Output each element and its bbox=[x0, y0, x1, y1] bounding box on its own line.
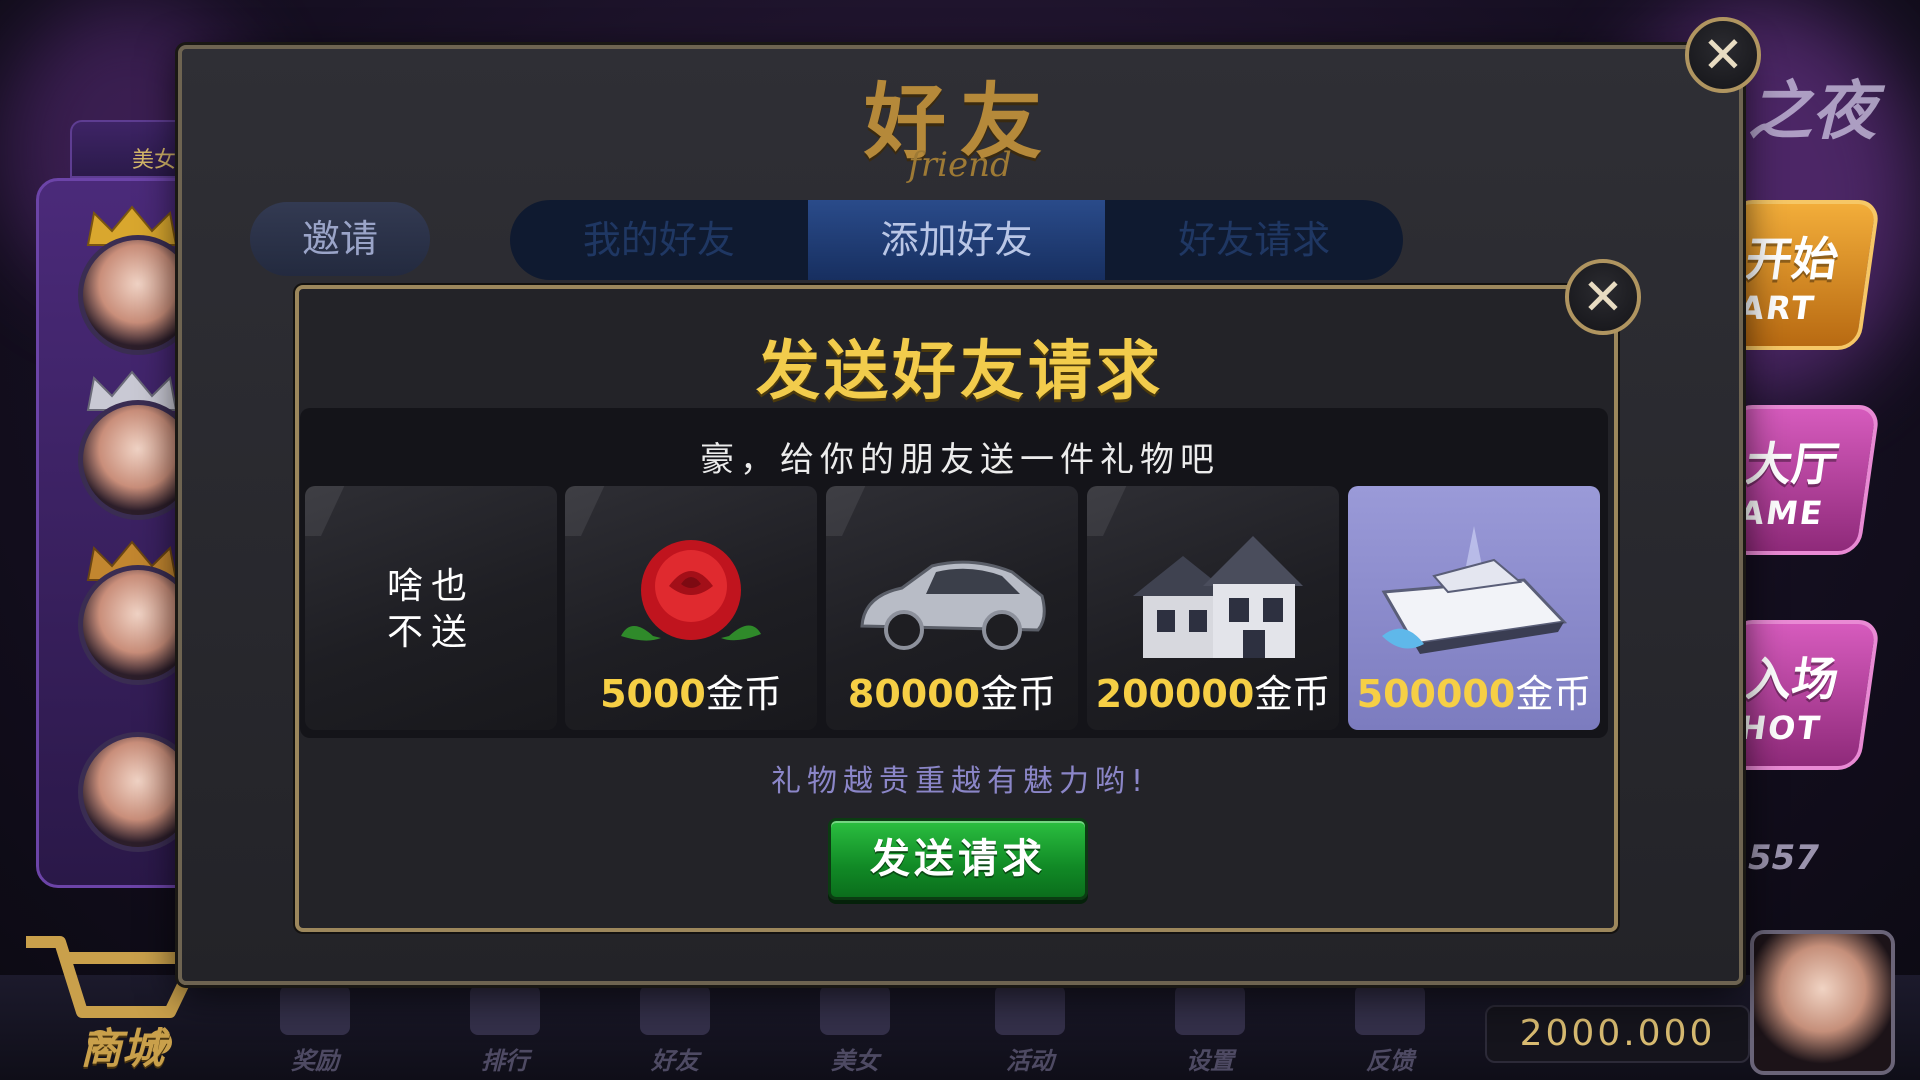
nav-activity[interactable]: 活动 bbox=[975, 985, 1085, 1075]
close-icon: ✕ bbox=[1582, 268, 1624, 326]
gift-option-none[interactable]: 啥也 不送 bbox=[305, 486, 557, 730]
gift-price: 5000金币 bbox=[565, 663, 817, 718]
tab-add-friend[interactable]: 添加好友 bbox=[807, 200, 1106, 280]
nav-label: 设置 bbox=[1186, 1047, 1234, 1075]
gift-none-label: 啥也 不送 bbox=[305, 564, 557, 656]
rose-icon bbox=[621, 540, 761, 641]
shop-label[interactable]: 商城 bbox=[80, 1015, 164, 1076]
hot-button-label: 入场 bbox=[1742, 652, 1843, 706]
invite-button[interactable]: 邀请 bbox=[250, 202, 430, 276]
sports-car-icon bbox=[860, 560, 1046, 650]
nav-friends[interactable]: 好友 bbox=[620, 985, 730, 1075]
gift-box-icon bbox=[280, 985, 350, 1035]
nav-feedback[interactable]: 反馈 bbox=[1335, 985, 1445, 1075]
send-request-button[interactable]: 发送请求 bbox=[828, 818, 1088, 900]
nav-label: 活动 bbox=[1006, 1047, 1054, 1075]
hall-button-sub: AME bbox=[1736, 494, 1827, 532]
nav-settings[interactable]: 设置 bbox=[1155, 985, 1265, 1075]
gift-unit: 金币 bbox=[1515, 672, 1592, 716]
gift-none-line1: 啥也 bbox=[386, 566, 475, 607]
friend-dialog-subtitle: friend bbox=[908, 145, 1012, 185]
card-shine bbox=[305, 486, 349, 536]
nav-label: 奖励 bbox=[291, 1047, 339, 1075]
person-icon bbox=[640, 985, 710, 1035]
gift-prompt: 豪，给你的朋友送一件礼物吧 bbox=[700, 440, 1220, 480]
tab-friend-requests[interactable]: 好友请求 bbox=[1105, 200, 1403, 280]
gift-option-yacht[interactable]: 500000金币 bbox=[1348, 486, 1600, 730]
nav-ranking[interactable]: 排行 bbox=[450, 985, 560, 1075]
gift-unit: 金币 bbox=[980, 672, 1057, 716]
envelope-icon bbox=[1355, 985, 1425, 1035]
close-icon: ✕ bbox=[1702, 26, 1744, 84]
gift-price: 500000金币 bbox=[1348, 663, 1600, 718]
nav-label: 美女 bbox=[831, 1047, 879, 1075]
flag-icon bbox=[820, 985, 890, 1035]
gift-option-rose[interactable]: 5000金币 bbox=[565, 486, 817, 730]
nav-label: 反馈 bbox=[1366, 1047, 1414, 1075]
gift-option-house[interactable]: 200000金币 bbox=[1087, 486, 1339, 730]
gift-hint: 礼物越贵重越有魅力哟! bbox=[770, 764, 1150, 799]
gift-option-car[interactable]: 80000金币 bbox=[826, 486, 1078, 730]
send-request-title: 发送好友请求 bbox=[756, 335, 1164, 409]
hot-button-sub: HOT bbox=[1736, 709, 1824, 747]
friend-tabs: 我的好友 添加好友 好友请求 bbox=[510, 200, 1403, 280]
dice-icon bbox=[995, 985, 1065, 1035]
podium-icon bbox=[470, 985, 540, 1035]
gift-unit: 金币 bbox=[705, 672, 782, 716]
nav-label: 排行 bbox=[481, 1047, 529, 1075]
gift-none-line2: 不送 bbox=[386, 612, 475, 653]
friend-dialog-close-button[interactable]: ✕ bbox=[1685, 17, 1761, 93]
yacht-icon bbox=[1381, 526, 1568, 654]
gift-unit: 金币 bbox=[1254, 672, 1331, 716]
house-icon bbox=[1133, 536, 1303, 658]
nav-beauty[interactable]: 美女 bbox=[800, 985, 910, 1075]
gift-amount: 80000 bbox=[847, 672, 981, 716]
gift-price: 200000金币 bbox=[1087, 663, 1339, 718]
nav-reward[interactable]: 奖励 bbox=[260, 985, 370, 1075]
start-button-label: 开始 bbox=[1742, 232, 1843, 286]
my-avatar[interactable] bbox=[1750, 930, 1895, 1075]
gift-amount: 500000 bbox=[1356, 672, 1516, 716]
gift-amount: 200000 bbox=[1095, 672, 1255, 716]
coin-balance: 2000.000 bbox=[1485, 1005, 1750, 1063]
online-count: 557 bbox=[1748, 838, 1819, 878]
gift-price: 80000金币 bbox=[826, 663, 1078, 718]
nav-label: 好友 bbox=[651, 1047, 699, 1075]
tab-my-friends[interactable]: 我的好友 bbox=[510, 200, 808, 280]
gift-amount: 5000 bbox=[600, 672, 706, 716]
gear-icon bbox=[1175, 985, 1245, 1035]
